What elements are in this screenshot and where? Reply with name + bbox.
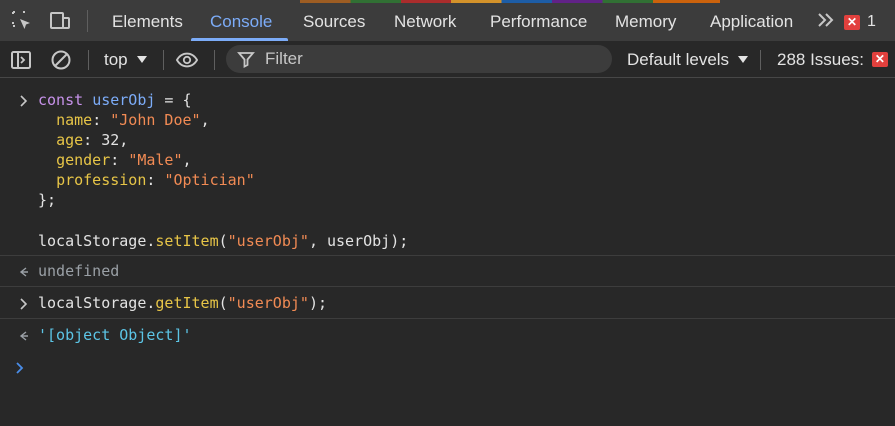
issues-label: 288 Issues: (777, 49, 864, 69)
method-name: getItem (155, 294, 219, 312)
code-line: profession: "Optician" (38, 170, 255, 190)
toolbar-separator (163, 50, 164, 70)
toolbar-separator (214, 50, 215, 70)
console-prompt[interactable] (0, 354, 895, 384)
clear-console-icon[interactable] (50, 49, 72, 71)
code-text: , (200, 111, 210, 129)
error-icon: ✕ (844, 14, 860, 30)
console-input-entry: localStorage.getItem("userObj"); (0, 287, 895, 319)
code-text: , userObj); (308, 232, 409, 250)
tab-application[interactable]: Application (710, 0, 793, 41)
context-selector[interactable]: top (104, 41, 147, 78)
input-chevron-icon (20, 298, 28, 310)
code-line: const userObj = { (38, 90, 192, 110)
console-result-entry: '[object Object]' (0, 319, 895, 350)
code-text: : (110, 151, 129, 169)
result-arrow-icon (19, 267, 28, 277)
caret-down-icon (136, 56, 147, 63)
variable-name: userObj (92, 91, 156, 109)
string-value: "Male" (128, 151, 183, 169)
log-levels-label: Default levels (627, 49, 730, 69)
prompt-chevron-icon (16, 362, 24, 374)
double-chevron-right-icon[interactable] (815, 9, 837, 31)
issue-error-icon: ✕ (871, 52, 888, 67)
devtools-tabbar: Elements Console Sources Network Perform… (0, 0, 895, 41)
code-line: localStorage.getItem("userObj"); (38, 293, 327, 313)
string-value: "userObj" (227, 232, 309, 250)
string-value: "Optician" (164, 171, 255, 189)
context-label: top (104, 50, 128, 69)
code-line: }; (38, 190, 56, 210)
sidebar-toggle-icon[interactable] (10, 49, 32, 71)
code-line: gender: "Male", (38, 150, 192, 170)
code-text: : (83, 131, 102, 149)
error-count-badge[interactable]: ✕ 1 (844, 12, 876, 32)
code-line: name: "John Doe", (38, 110, 210, 130)
tab-elements[interactable]: Elements (112, 0, 183, 41)
tab-console[interactable]: Console (210, 0, 272, 41)
toolbar-separator (88, 50, 89, 70)
keyword: const (38, 91, 84, 109)
method-name: setItem (155, 232, 219, 250)
code-text: : (92, 111, 111, 129)
property-key: age (56, 131, 84, 149)
filter-box[interactable] (226, 45, 612, 73)
result-value: '[object Object]' (38, 326, 192, 344)
code-text: = { (155, 91, 192, 109)
object-name: localStorage. (38, 232, 156, 250)
object-name: localStorage. (38, 294, 156, 312)
toolbar-separator (760, 50, 761, 70)
console-result-entry: undefined (0, 256, 895, 287)
log-levels-dropdown[interactable]: Default levels (627, 41, 749, 78)
property-key: gender (56, 151, 111, 169)
console-output[interactable]: const userObj = { name: "John Doe", age:… (0, 78, 895, 426)
code-line: localStorage.setItem("userObj", userObj)… (38, 231, 408, 251)
tab-network[interactable]: Network (394, 0, 456, 41)
code-text: }; (38, 191, 57, 209)
code-text: ); (308, 294, 327, 312)
filter-input[interactable] (265, 49, 595, 69)
caret-down-icon (738, 56, 749, 63)
inspect-element-icon[interactable] (11, 10, 33, 32)
console-toolbar: top Default levels 288 Issues: ✕ 1 (0, 41, 895, 78)
result-value: undefined (38, 262, 120, 280)
tab-performance[interactable]: Performance (490, 0, 587, 41)
filter-icon (237, 52, 255, 68)
code-text: , (119, 131, 129, 149)
string-value: "John Doe" (110, 111, 201, 129)
tabbar-separator (87, 10, 88, 32)
console-input-entry: const userObj = { name: "John Doe", age:… (0, 78, 895, 256)
property-key: profession (56, 171, 147, 189)
input-chevron-icon (20, 95, 28, 107)
code-text: ( (218, 294, 228, 312)
code-text: : (146, 171, 165, 189)
error-count: 1 (867, 13, 876, 30)
eye-icon[interactable] (176, 49, 198, 71)
issues-button[interactable]: 288 Issues: ✕ 1 (777, 41, 895, 78)
string-value: "userObj" (227, 294, 309, 312)
tab-sources[interactable]: Sources (303, 0, 365, 41)
code-text: ( (218, 232, 228, 250)
property-key: name (56, 111, 93, 129)
device-toolbar-icon[interactable] (49, 10, 71, 32)
result-arrow-icon (19, 331, 28, 341)
code-text: , (182, 151, 192, 169)
code-line: age: 32, (38, 130, 128, 150)
number-value: 32 (101, 131, 120, 149)
tab-memory[interactable]: Memory (615, 0, 676, 41)
